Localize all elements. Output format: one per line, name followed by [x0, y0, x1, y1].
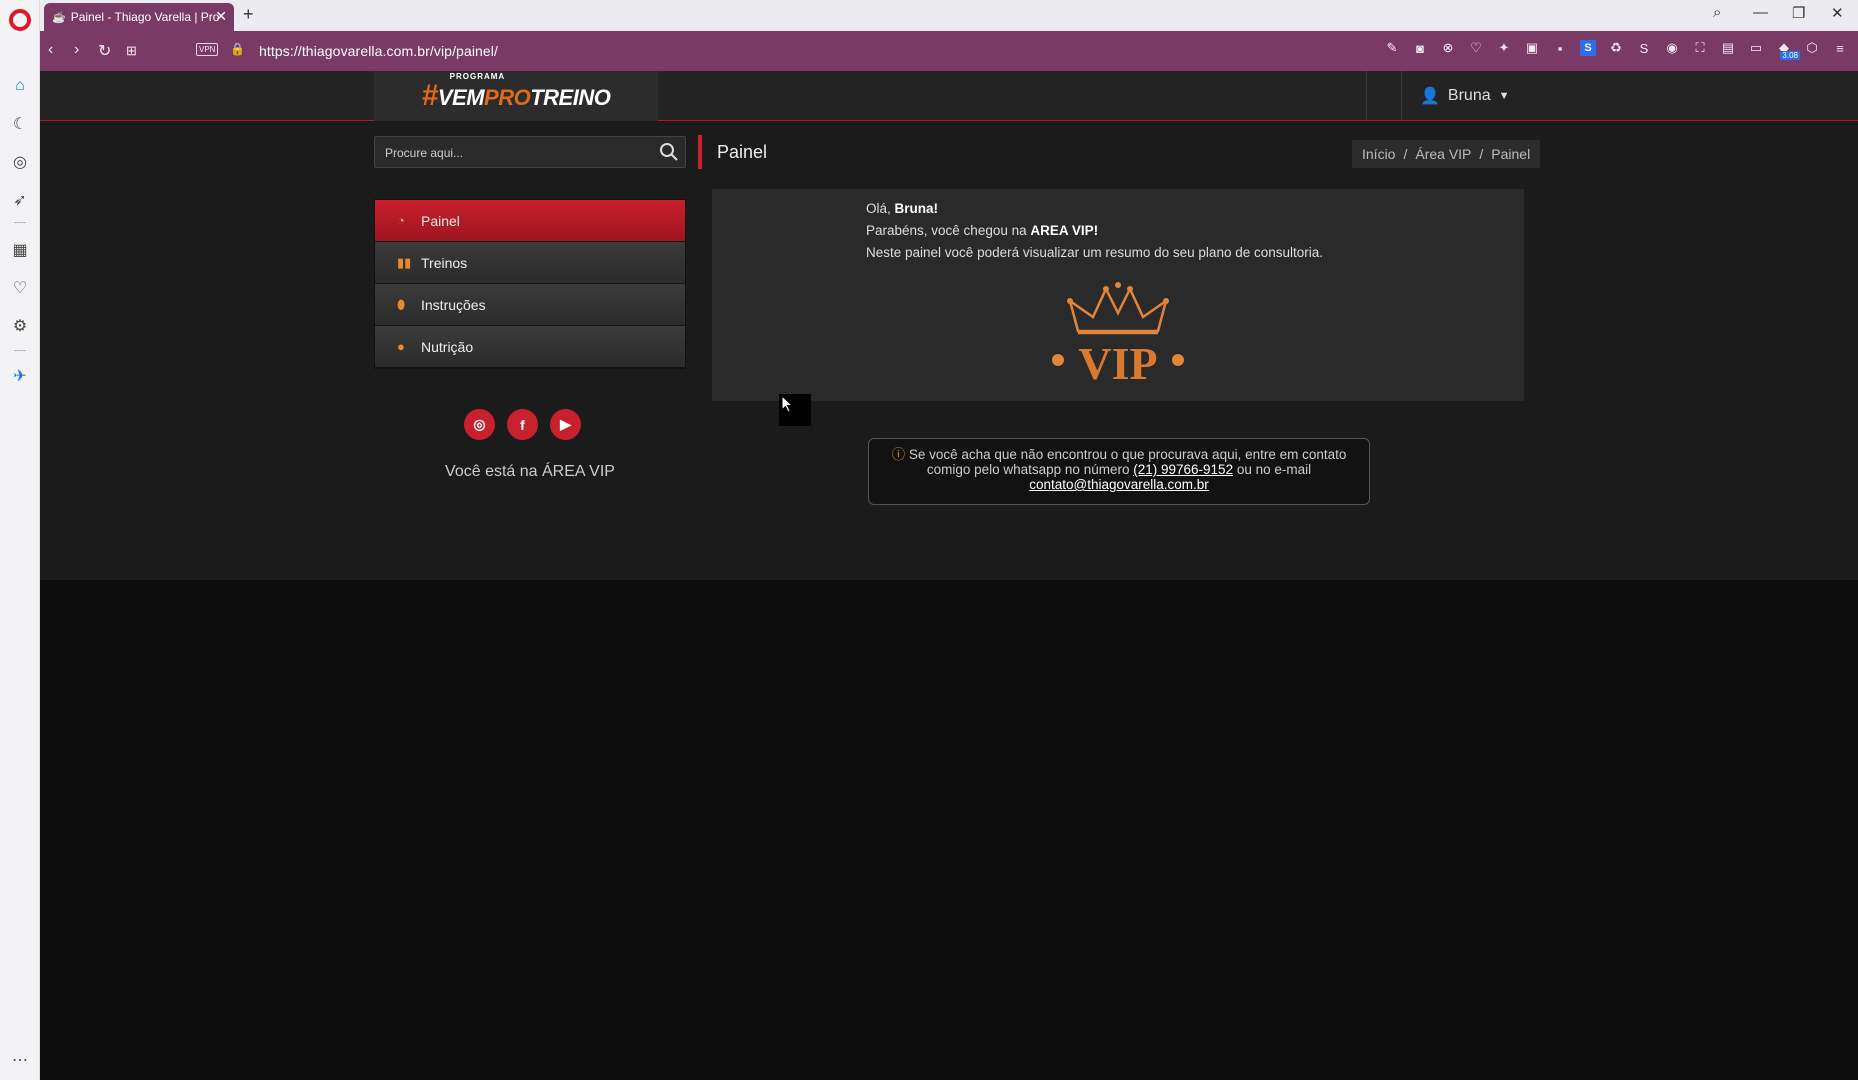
help-text-2: ou no e-mail — [1236, 462, 1312, 477]
search-tabs-icon[interactable]: ⌕ — [1713, 4, 1721, 21]
website: PROGRAMA #VEMPROTREINO 👤 Bruna ▼ ◔ Paine… — [40, 71, 1858, 1080]
extension-badge: 3.08 — [1780, 51, 1800, 60]
social-links: ◎ f ▶ — [464, 409, 581, 440]
whatsapp-link[interactable]: (21) 99766-9152 — [1133, 462, 1233, 477]
forward-icon[interactable]: › — [74, 41, 79, 59]
speed-dial-icon[interactable]: ▦ — [10, 240, 30, 260]
s-extension-icon[interactable]: S — [1636, 40, 1652, 56]
breadcrumb-painel: Painel — [1491, 146, 1531, 162]
main-content: ◔ Painel ▮▮ Treinos ⬮ Instruções ● Nutri… — [40, 121, 1858, 580]
vip-crown-logo: VIP — [1052, 282, 1184, 385]
welcome-line: Parabéns, você chegou na AREA VIP! — [866, 223, 1099, 238]
close-window-icon[interactable]: ✕ — [1831, 4, 1844, 22]
help-box: ⓘ Se você acha que não encontrou o que p… — [868, 438, 1370, 505]
menu-item-instrucoes[interactable]: ⬮ Instruções — [375, 284, 685, 326]
camera-icon[interactable]: ◙ — [1412, 40, 1428, 56]
lock-icon[interactable]: 🔒 — [230, 42, 245, 56]
dashboard-icon: ◔ — [397, 213, 405, 228]
welcome-panel: Olá, Bruna! Parabéns, você chegou na ARE… — [712, 189, 1524, 401]
cube-icon[interactable]: ⬡ — [1804, 40, 1820, 56]
menu-item-treinos[interactable]: ▮▮ Treinos — [375, 242, 685, 284]
back-icon[interactable]: ‹ — [48, 41, 53, 59]
vip-note: Você está na ÁREA VIP — [445, 463, 615, 480]
edit-icon[interactable]: ✎ — [1384, 40, 1400, 56]
breadcrumb: Início / Área VIP / Painel — [1352, 140, 1541, 168]
question-icon: ⓘ — [891, 447, 906, 462]
site-logo[interactable]: PROGRAMA #VEMPROTREINO — [374, 71, 658, 121]
side-menu: ◔ Painel ▮▮ Treinos ⬮ Instruções ● Nutri… — [374, 199, 686, 369]
globe-icon[interactable]: ◉ — [1664, 40, 1680, 56]
settings-icon[interactable]: ⚙ — [10, 316, 30, 336]
extension-icon[interactable]: ✦ — [1496, 40, 1512, 56]
breadcrumb-separator: / — [1479, 146, 1484, 162]
tab-close-icon[interactable]: ✕ — [215, 8, 227, 25]
extension-icon[interactable]: ▤ — [1720, 40, 1736, 56]
aria-icon[interactable]: ◎ — [10, 152, 30, 172]
mouse-cursor-icon — [781, 395, 794, 413]
menu-item-nutricao[interactable]: ● Nutrição — [375, 326, 685, 368]
title-accent-bar — [698, 135, 702, 169]
vip-logo-text: VIP — [1078, 338, 1157, 385]
heart-icon[interactable]: ♡ — [1468, 40, 1484, 56]
reload-icon[interactable]: ↻ — [98, 41, 111, 61]
logo-text: PROGRAMA #VEMPROTREINO — [421, 72, 611, 112]
window-icon[interactable]: ▭ — [1748, 40, 1764, 56]
chevron-down-icon: ▼ — [1498, 90, 1510, 102]
rocket-icon[interactable]: ➶ — [10, 190, 30, 210]
tab-favicon-icon: ☕ — [52, 11, 66, 24]
breadcrumb-area-vip[interactable]: Área VIP — [1415, 146, 1471, 162]
instagram-icon[interactable]: ◎ — [464, 409, 495, 440]
browser-sidebar: ⌂ ☾ ◎ ➶ ▦ ♡ ⚙ ✈ ⋯ — [0, 0, 40, 1080]
tab-title: Painel - Thiago Varella | Pro — [70, 10, 220, 24]
user-menu[interactable]: 👤 Bruna ▼ — [1420, 86, 1510, 106]
vpn-badge[interactable]: VPN — [196, 43, 219, 56]
breadcrumb-inicio[interactable]: Início — [1362, 146, 1395, 162]
site-header: PROGRAMA #VEMPROTREINO 👤 Bruna ▼ — [40, 71, 1858, 121]
save-icon[interactable]: ▪ — [1552, 40, 1568, 56]
sidebar-divider — [14, 222, 26, 223]
s-extension-icon[interactable]: S — [1580, 40, 1596, 56]
history-icon[interactable]: ☾ — [10, 114, 30, 134]
extension-icon[interactable]: ▣ — [1524, 40, 1540, 56]
more-icon[interactable]: ⋯ — [10, 1050, 30, 1070]
menu-item-painel[interactable]: ◔ Painel — [375, 200, 685, 242]
header-divider — [1366, 71, 1367, 121]
messenger-icon[interactable]: ✈ — [10, 366, 30, 386]
opera-logo-icon[interactable] — [9, 9, 31, 31]
search-icon[interactable] — [659, 142, 679, 162]
browser-tab[interactable]: ☕ Painel - Thiago Varella | Pro ✕ — [44, 3, 234, 31]
apple-icon: ● — [397, 339, 405, 354]
restore-icon[interactable]: ❐ — [1792, 4, 1805, 22]
header-divider — [1401, 71, 1402, 121]
url-field[interactable]: https://thiagovarella.com.br/vip/painel/ — [259, 43, 498, 59]
page-title: Painel — [717, 142, 768, 162]
search-box — [374, 136, 686, 168]
greeting: Olá, Bruna! — [866, 201, 939, 216]
minimize-icon[interactable]: — — [1753, 4, 1768, 21]
user-icon: 👤 — [1420, 88, 1440, 105]
snapshot-icon[interactable]: ⛶ — [1692, 40, 1708, 56]
pills-icon: ⬮ — [397, 296, 406, 312]
address-bar: ‹ › ↻ ⊞ VPN 🔒 https://thiagovarella.com.… — [40, 31, 1858, 71]
facebook-icon[interactable]: f — [507, 409, 538, 440]
extensions-bar: ✎ ◙ ⊗ ♡ ✦ ▣ ▪ S ♻ S ◉ ⛶ ▤ ▭ ◆ ⬡ ≡ — [1384, 40, 1848, 56]
new-tab-icon[interactable]: + — [243, 4, 254, 25]
search-input[interactable] — [385, 143, 645, 163]
welcome-description: Neste painel você poderá visualizar um r… — [866, 245, 1324, 260]
youtube-icon[interactable]: ▶ — [550, 409, 581, 440]
home-icon[interactable]: ⌂ — [10, 76, 30, 96]
adblock-icon[interactable]: ⊗ — [1440, 40, 1456, 56]
sidebar-divider — [14, 350, 26, 351]
menu-icon[interactable]: ≡ — [1832, 40, 1848, 56]
user-name: Bruna — [1447, 87, 1491, 104]
email-link[interactable]: contato@thiagovarella.com.br — [1029, 477, 1209, 492]
heart-icon[interactable]: ♡ — [10, 278, 30, 298]
tabs-grid-icon[interactable]: ⊞ — [126, 43, 137, 59]
tab-bar: ☕ Painel - Thiago Varella | Pro ✕ + ⌕ — … — [40, 0, 1858, 31]
breadcrumb-separator: / — [1403, 146, 1408, 162]
dumbbell-icon: ▮▮ — [397, 254, 412, 270]
recycle-icon[interactable]: ♻ — [1608, 40, 1624, 56]
